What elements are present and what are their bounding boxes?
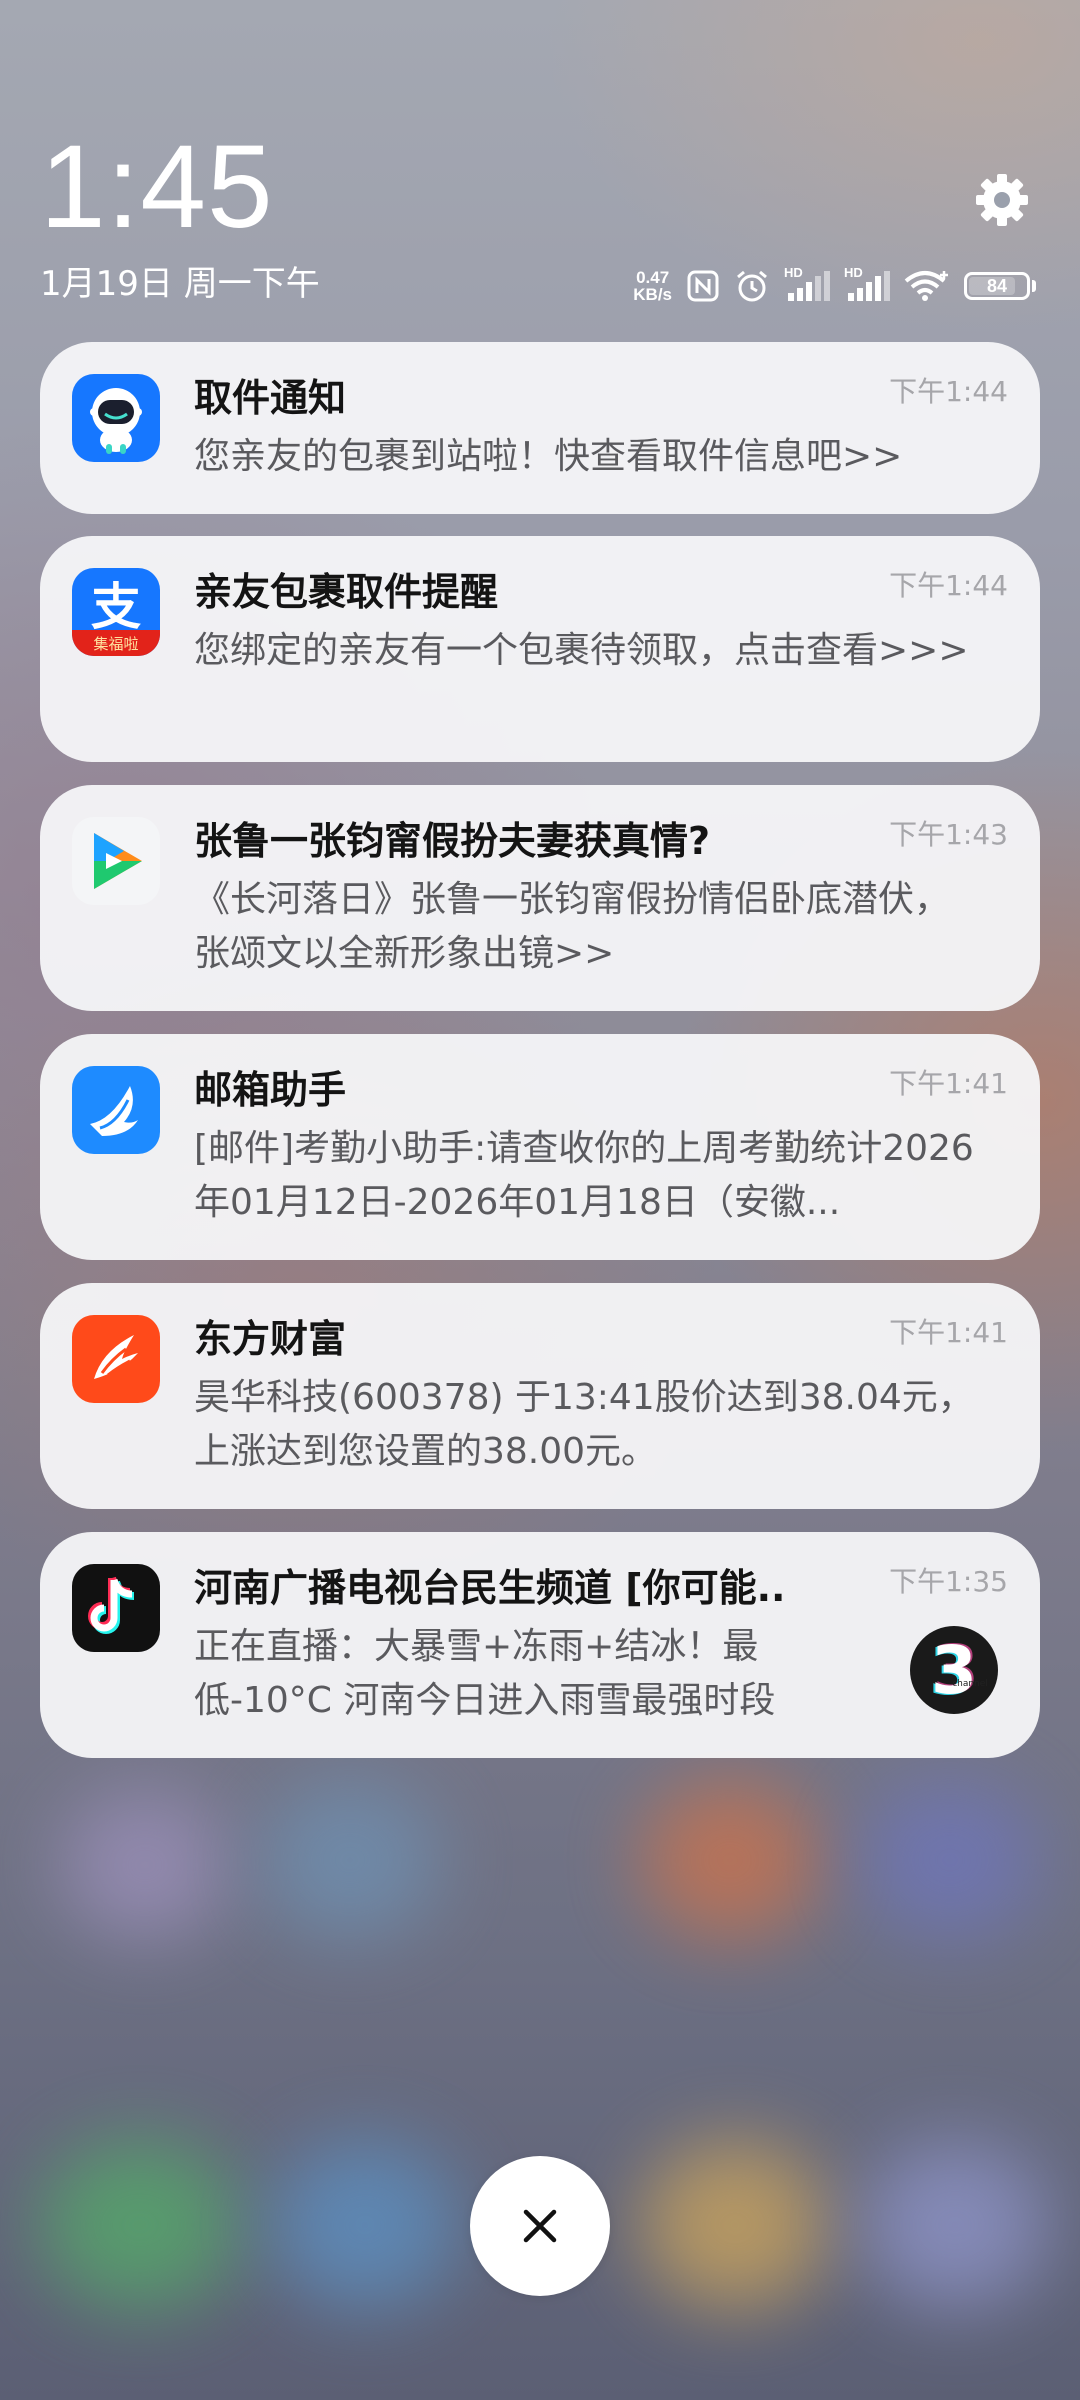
notification-title: 邮箱助手 — [194, 1068, 347, 1112]
notification-title: 河南广播电视台民生频道 [你可能.. — [194, 1566, 786, 1610]
notification-title: 张鲁一张钧甯假扮夫妻获真情? — [194, 819, 711, 863]
status-bar: 0.47 KB/s HD HD 84 — [633, 264, 1036, 308]
notification-time: 下午1:41 — [889, 1316, 1008, 1349]
signal-icon: HD — [844, 265, 890, 303]
notification-body: [邮件]考勤小助手:请查收你的上周考勤统计2026年01月12日-2026年01… — [194, 1128, 974, 1223]
blurred-dock-icon — [270, 2140, 460, 2310]
blurred-dock-icon — [860, 2140, 1050, 2310]
blurred-dock-icon — [640, 2140, 830, 2310]
nfc-icon — [686, 269, 720, 303]
alarm-icon — [734, 268, 770, 304]
eastmoney-icon — [72, 1315, 160, 1403]
notification-time: 下午1:41 — [889, 1067, 1008, 1100]
net-speed-unit: KB/s — [633, 285, 672, 304]
blurred-app-icon — [260, 1780, 440, 1940]
svg-text:支: 支 — [91, 578, 141, 636]
net-speed: 0.47 KB/s — [633, 269, 672, 303]
channel-3-logo-icon: 3 3 3 channel — [908, 1624, 1000, 1716]
signal-icon: HD — [784, 265, 830, 303]
battery-icon: 84 — [964, 272, 1030, 300]
close-icon — [523, 2209, 557, 2243]
alipay-icon: 支 集福啦 — [72, 568, 160, 656]
notification-card[interactable]: 邮箱助手 下午1:41 [邮件]考勤小助手:请查收你的上周考勤统计2026年01… — [40, 1034, 1040, 1260]
alipay-icon-caption: 集福啦 — [93, 635, 138, 653]
sim1-label: HD — [784, 265, 803, 280]
package-robot-icon — [72, 374, 160, 462]
douyin-icon — [72, 1564, 160, 1652]
wifi-icon — [904, 269, 950, 303]
notification-body: 正在直播：大暴雪+冻雨+结冰！最低-10°C 河南今日进入雨雪最强时段 — [194, 1626, 776, 1721]
svg-text:3: 3 — [931, 1632, 977, 1709]
clear-notifications-button[interactable] — [470, 2156, 610, 2296]
notification-title: 亲友包裹取件提醒 — [194, 570, 499, 614]
notification-card[interactable]: 河南广播电视台民生频道 [你可能.. 下午1:35 正在直播：大暴雪+冻雨+结冰… — [40, 1532, 1040, 1758]
clock: 1:45 — [40, 121, 274, 253]
notification-title: 取件通知 — [194, 376, 347, 420]
sim2-label: HD — [844, 265, 863, 280]
notification-body: 您绑定的亲友有一个包裹待领取，点击查看>>> — [194, 630, 969, 671]
notification-card[interactable]: 取件通知 下午1:44 您亲友的包裹到站啦！快查看取件信息吧>> — [40, 342, 1040, 514]
blurred-app-icon — [60, 1790, 230, 1940]
notification-body: 昊华科技(600378) 于13:41股价达到38.04元，上涨达到您设置的38… — [194, 1377, 974, 1472]
settings-icon[interactable] — [972, 170, 1032, 230]
notification-time: 下午1:44 — [889, 375, 1008, 408]
blurred-app-icon — [860, 1780, 1040, 1940]
channel-logo-caption: channel — [952, 1679, 988, 1689]
notification-time: 下午1:44 — [889, 569, 1008, 602]
notification-title: 东方财富 — [194, 1317, 347, 1361]
video-play-icon — [72, 817, 160, 905]
notification-time: 下午1:43 — [889, 818, 1008, 851]
notification-body: 《长河落日》张鲁一张钧甯假扮情侣卧底潜伏，张颂文以全新形象出镜>> — [194, 879, 951, 974]
notification-time: 下午1:35 — [889, 1565, 1008, 1598]
notification-card[interactable]: 张鲁一张钧甯假扮夫妻获真情? 下午1:43 《长河落日》张鲁一张钧甯假扮情侣卧底… — [40, 785, 1040, 1011]
mail-assistant-icon — [72, 1066, 160, 1154]
notification-card[interactable]: 东方财富 下午1:41 昊华科技(600378) 于13:41股价达到38.04… — [40, 1283, 1040, 1509]
blurred-dock-icon — [40, 2140, 240, 2310]
notification-card[interactable]: 支 集福啦 亲友包裹取件提醒 下午1:44 您绑定的亲友有一个包裹待领取，点击查… — [40, 536, 1040, 762]
battery-level: 84 — [986, 275, 1008, 296]
notification-body: 您亲友的包裹到站啦！快查看取件信息吧>> — [194, 436, 903, 477]
blurred-app-icon — [640, 1780, 820, 1940]
date-label: 1月19日 周一下午 — [40, 264, 320, 304]
net-speed-value: 0.47 — [636, 268, 670, 287]
